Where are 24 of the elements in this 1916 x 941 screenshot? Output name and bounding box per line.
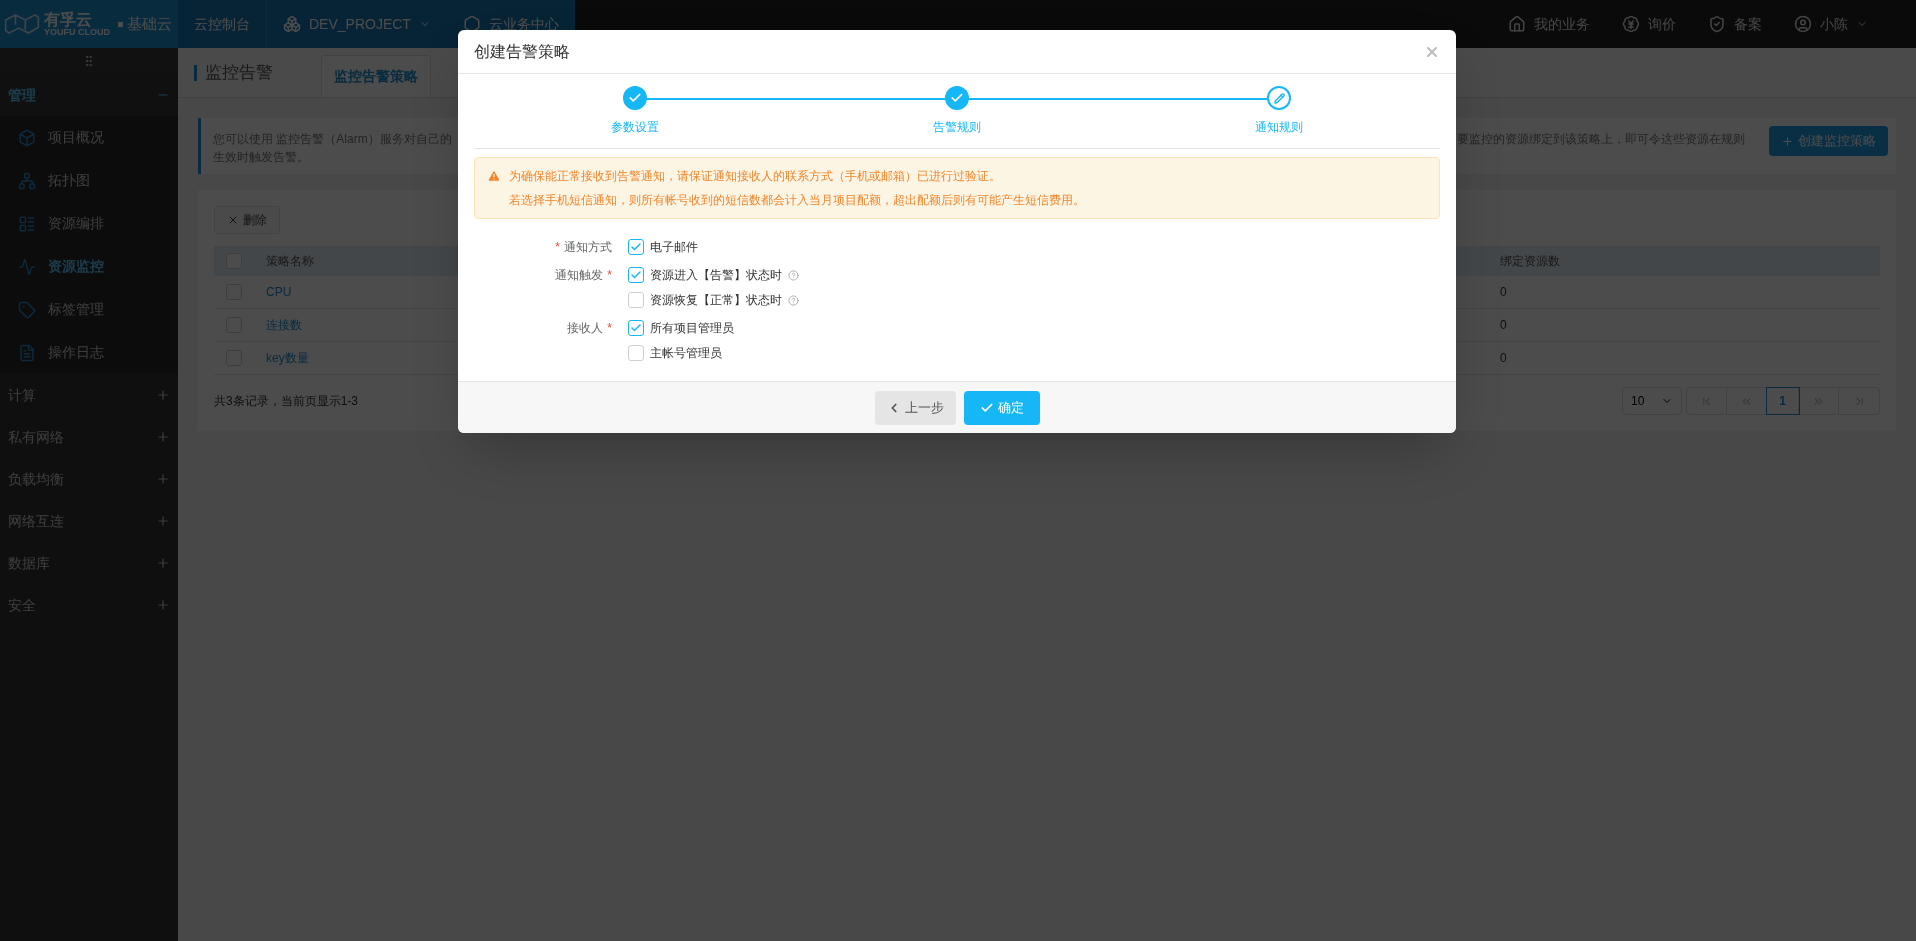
- brand-subtitle: YOUFU CLOUD: [44, 27, 110, 37]
- option-label: 资源恢复【正常】状态时: [650, 292, 782, 308]
- product-name: 基础云: [127, 13, 172, 34]
- warning-text: 若选择手机短信通知，则所有帐号收到的短信数都会计入当月项目配额，超出配额后则有可能产生短信费用。: [509, 192, 1085, 209]
- option-label: 资源进入【告警】状态时: [650, 267, 782, 283]
- brand-name: 有孚云: [44, 11, 92, 28]
- option-label: 电子邮件: [650, 239, 698, 255]
- confirm-button[interactable]: 确定: [963, 390, 1040, 425]
- option-label: 所有项目管理员: [650, 320, 734, 336]
- required-mark: *: [607, 320, 612, 336]
- warning-text: 为确保能正常接收到告警通知，请保证通知接收人的联系方式（手机或邮箱）已进行过验证。: [509, 168, 1002, 185]
- field-label: 接收人: [567, 320, 604, 336]
- required-mark: *: [555, 239, 560, 255]
- table-cell-text: 0: [1500, 350, 1508, 367]
- back-button[interactable]: 上一步: [874, 390, 956, 425]
- step-label: 告警规则: [933, 119, 981, 136]
- table-cell-text: 0: [1500, 317, 1508, 334]
- field-label: 通知方式: [564, 239, 612, 255]
- option-label: 主帐号管理员: [650, 345, 722, 361]
- required-mark: *: [607, 267, 612, 283]
- field-label: 通知触发: [555, 267, 604, 283]
- table-cell-text: 0: [1500, 284, 1508, 301]
- step-label: 通知规则: [1255, 119, 1303, 136]
- step-label: 参数设置: [611, 119, 659, 136]
